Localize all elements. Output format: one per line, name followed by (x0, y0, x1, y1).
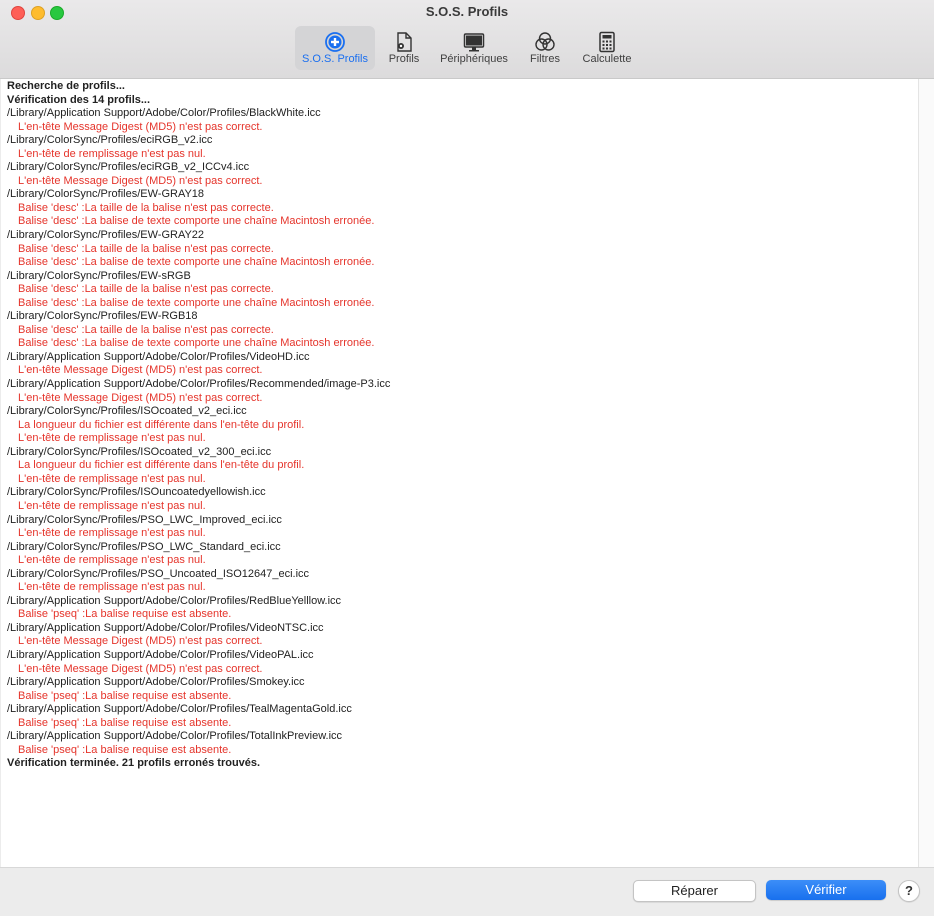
log-path-line: /Library/Application Support/Adobe/Color… (7, 350, 310, 363)
log-path-line: /Library/ColorSync/Profiles/ISOcoated_v2… (7, 405, 247, 418)
log-error-line: L'en-tête Message Digest (MD5) n'est pas… (18, 635, 263, 648)
log-error-line: L'en-tête de remplissage n'est pas nul. (18, 499, 206, 512)
log-error-line: La longueur du fichier est différente da… (18, 459, 305, 472)
tab-label: S.O.S. Profils (301, 53, 369, 65)
log-path-line: /Library/ColorSync/Profiles/ISOuncoatedy… (7, 486, 266, 499)
log-error-line: L'en-tête Message Digest (MD5) n'est pas… (18, 662, 263, 675)
log-path-line: /Library/Application Support/Adobe/Color… (7, 378, 391, 391)
log-error-line: Balise 'desc' :La balise de texte compor… (18, 296, 375, 309)
log-error-line: Balise 'pseq' :La balise requise est abs… (18, 743, 232, 756)
log-path-line: /Library/Application Support/Adobe/Color… (7, 676, 305, 689)
log-scrollbar[interactable] (918, 79, 934, 867)
monitor-icon (463, 33, 485, 52)
log-error-line: Balise 'desc' :La balise de texte compor… (18, 215, 375, 228)
verify-button[interactable]: Vérifier (766, 880, 886, 900)
log-path-line: /Library/ColorSync/Profiles/ISOcoated_v2… (7, 445, 272, 458)
log-error-line: L'en-tête de remplissage n'est pas nul. (18, 472, 206, 485)
log-text-view[interactable]: Recherche de profils... Vérification des … (1, 79, 918, 867)
log-error-line: L'en-tête de remplissage n'est pas nul. (18, 527, 206, 540)
log-error-line: Balise 'desc' :La balise de texte compor… (18, 256, 375, 269)
log-path-line: /Library/ColorSync/Profiles/eciRGB_v2_IC… (7, 161, 250, 174)
log-error-line: La longueur du fichier est différente da… (18, 418, 305, 431)
log-path-line: /Library/ColorSync/Profiles/PSO_LWC_Impr… (7, 513, 282, 526)
log-path-line: /Library/Application Support/Adobe/Color… (7, 703, 352, 716)
log-error-line: L'en-tête Message Digest (MD5) n'est pas… (18, 174, 263, 187)
log-error-line: L'en-tête Message Digest (MD5) n'est pas… (18, 364, 263, 377)
plus-circle-icon (325, 32, 345, 52)
log-path-line: /Library/ColorSync/Profiles/EW-GRAY18 (7, 188, 205, 201)
log-error-line: Balise 'desc' :La taille de la balise n'… (18, 323, 274, 336)
tab-label: Profils (388, 53, 420, 65)
log-path-line: /Library/Application Support/Adobe/Color… (7, 107, 321, 120)
log-error-line: L'en-tête Message Digest (MD5) n'est pas… (18, 120, 263, 133)
log-error-line: Balise 'desc' :La taille de la balise n'… (18, 242, 274, 255)
log-error-line: Balise 'desc' :La balise de texte compor… (18, 337, 375, 350)
log-status-line: Vérification des 14 profils... (7, 93, 151, 106)
log-error-line: L'en-tête Message Digest (MD5) n'est pas… (18, 391, 263, 404)
log-path-line: /Library/Application Support/Adobe/Color… (7, 621, 324, 634)
tab-calculette[interactable]: Calculette (576, 26, 638, 70)
title-bar: S.O.S. Profils S.O.S. Profils Profils Pé… (0, 0, 934, 79)
log-error-line: Balise 'pseq' :La balise requise est abs… (18, 689, 232, 702)
log-status-line: Recherche de profils... (7, 80, 125, 92)
log-path-line: /Library/ColorSync/Profiles/PSO_LWC_Stan… (7, 540, 281, 553)
log-path-line: /Library/Application Support/Adobe/Color… (7, 648, 314, 661)
toolbar: S.O.S. Profils Profils Périphériques Fil… (0, 26, 934, 70)
log-list: Recherche de profils... Vérification des … (7, 80, 918, 771)
profile-document-icon (397, 32, 412, 52)
log-path-line: /Library/Application Support/Adobe/Color… (7, 730, 343, 743)
log-error-line: L'en-tête de remplissage n'est pas nul. (18, 581, 206, 594)
tab-filtres[interactable]: Filtres (523, 26, 567, 70)
tab-label: Périphériques (440, 53, 508, 65)
tab-peripheriques[interactable]: Périphériques (433, 26, 515, 70)
log-path-line: /Library/ColorSync/Profiles/PSO_Uncoated… (7, 567, 310, 580)
log-error-line: L'en-tête de remplissage n'est pas nul. (18, 147, 206, 160)
log-error-line: L'en-tête de remplissage n'est pas nul. (18, 432, 206, 445)
log-error-line: Balise 'pseq' :La balise requise est abs… (18, 716, 232, 729)
log-error-line: Balise 'desc' :La taille de la balise n'… (18, 283, 274, 296)
window-title: S.O.S. Profils (425, 4, 509, 19)
log-path-line: /Library/ColorSync/Profiles/EW-RGB18 (7, 310, 198, 323)
log-status-line: Vérification terminée. 21 profils erroné… (7, 757, 261, 770)
log-error-line: L'en-tête de remplissage n'est pas nul. (18, 554, 206, 567)
log-error-line: Balise 'desc' :La taille de la balise n'… (18, 201, 274, 214)
color-filter-icon (535, 32, 555, 51)
log-path-line: /Library/ColorSync/Profiles/EW-GRAY22 (7, 229, 205, 242)
tab-label: Calculette (582, 53, 632, 65)
tab-profils[interactable]: Profils (381, 26, 427, 70)
log-path-line: /Library/ColorSync/Profiles/eciRGB_v2.ic… (7, 134, 213, 147)
tab-label: Filtres (530, 53, 560, 65)
log-error-line: Balise 'pseq' :La balise requise est abs… (18, 608, 232, 621)
help-button[interactable]: ? (898, 880, 920, 902)
log-path-line: /Library/ColorSync/Profiles/EW-sRGB (7, 269, 191, 282)
log-path-line: /Library/Application Support/Adobe/Color… (7, 594, 342, 607)
calculator-icon (599, 31, 615, 53)
repair-button[interactable]: Réparer (633, 880, 756, 902)
app-window: S.O.S. Profils S.O.S. Profils Profils Pé… (0, 0, 934, 916)
tab-sos-profils[interactable]: S.O.S. Profils (295, 26, 375, 70)
